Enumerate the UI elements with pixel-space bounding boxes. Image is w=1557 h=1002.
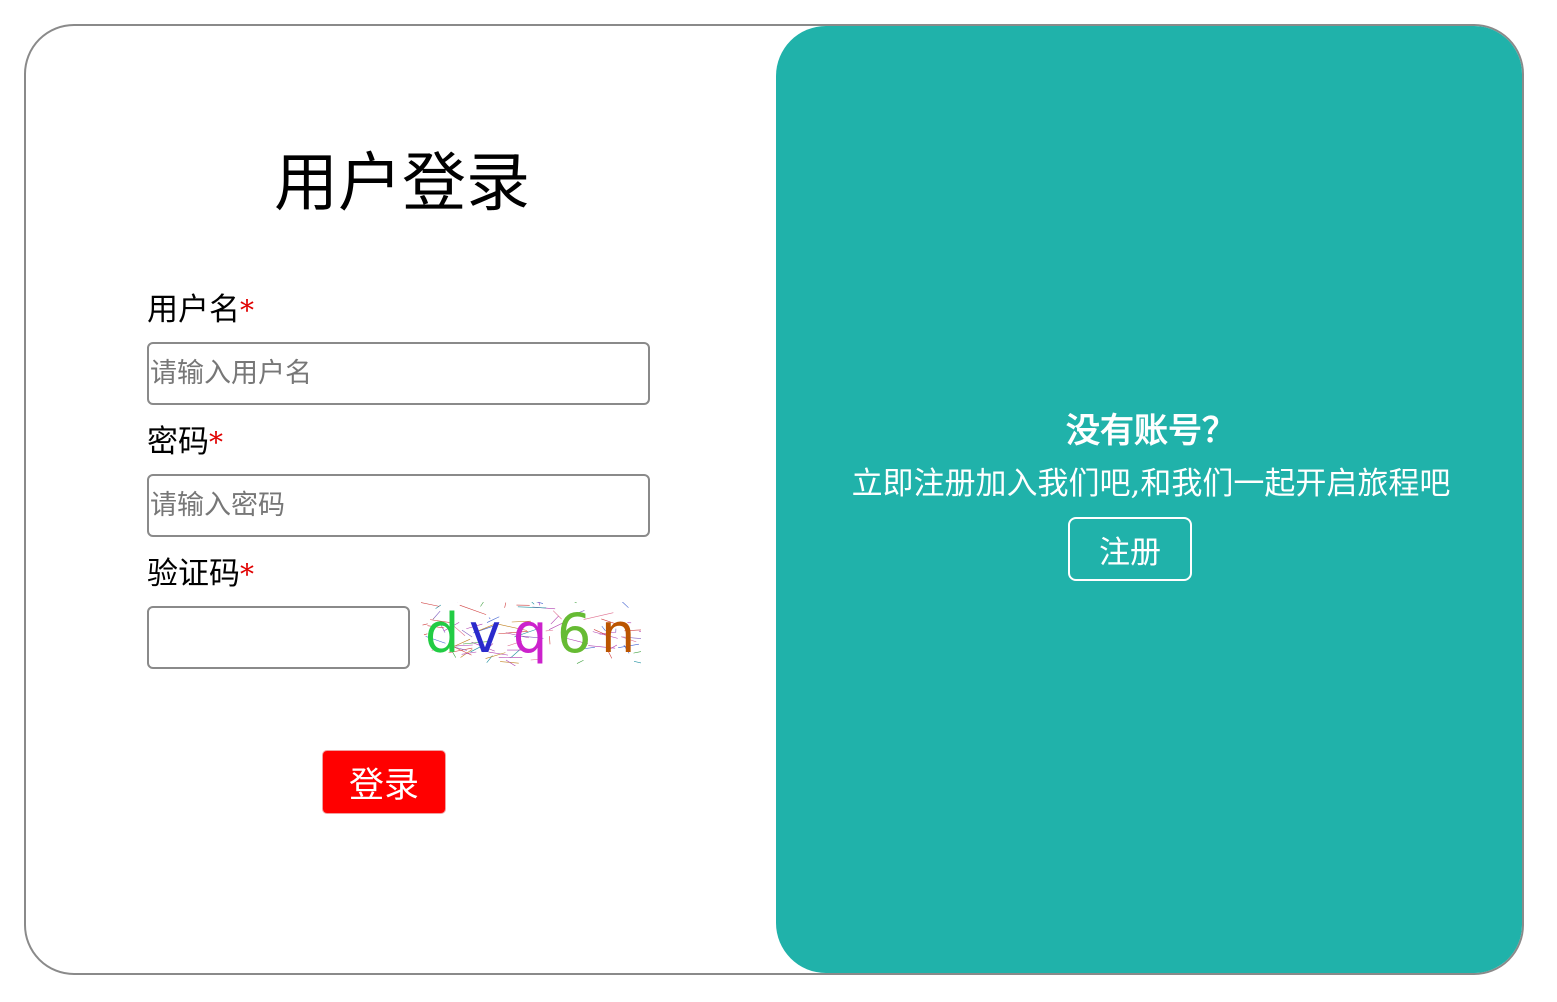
captcha-char: v [469,602,501,665]
captcha-input[interactable] [147,606,410,669]
username-required-mark: * [240,294,254,327]
captcha-chars: dvq6n [425,602,635,665]
captcha-char: q [513,602,547,665]
captcha-noise-line [504,602,507,608]
username-label: 用户名* [147,292,254,329]
register-button[interactable]: 注册 [1068,517,1192,581]
captcha-noise-line [549,636,551,645]
username-label-text: 用户名 [147,292,240,328]
page-title: 用户登录 [274,147,530,221]
password-required-mark: * [209,426,223,459]
register-subtitle: 立即注册加入我们吧,和我们一起开启旅程吧 [851,466,1451,502]
captcha-required-mark: * [240,558,254,591]
captcha-char: d [425,602,459,665]
password-label: 密码* [147,424,223,461]
password-label-text: 密码 [147,424,209,460]
captcha-noise-line [638,630,641,632]
username-input[interactable] [147,342,650,405]
login-card: 用户登录 用户名* 密码* 验证码* dvq6n 登录 没有账号？ 立即注册加入… [24,24,1524,975]
captcha-label-text: 验证码 [147,556,240,592]
captcha-image[interactable]: dvq6n [421,602,641,666]
register-panel: 没有账号？ 立即注册加入我们吧,和我们一起开启旅程吧 注册 [776,26,1522,973]
register-heading: 没有账号？ [1066,411,1236,451]
password-input[interactable] [147,474,650,537]
captcha-char: 6 [557,602,591,665]
captcha-char: n [601,602,635,665]
login-panel: 用户登录 用户名* 密码* 验证码* dvq6n 登录 [26,26,776,973]
login-button[interactable]: 登录 [322,750,446,814]
captcha-label: 验证码* [147,556,254,593]
